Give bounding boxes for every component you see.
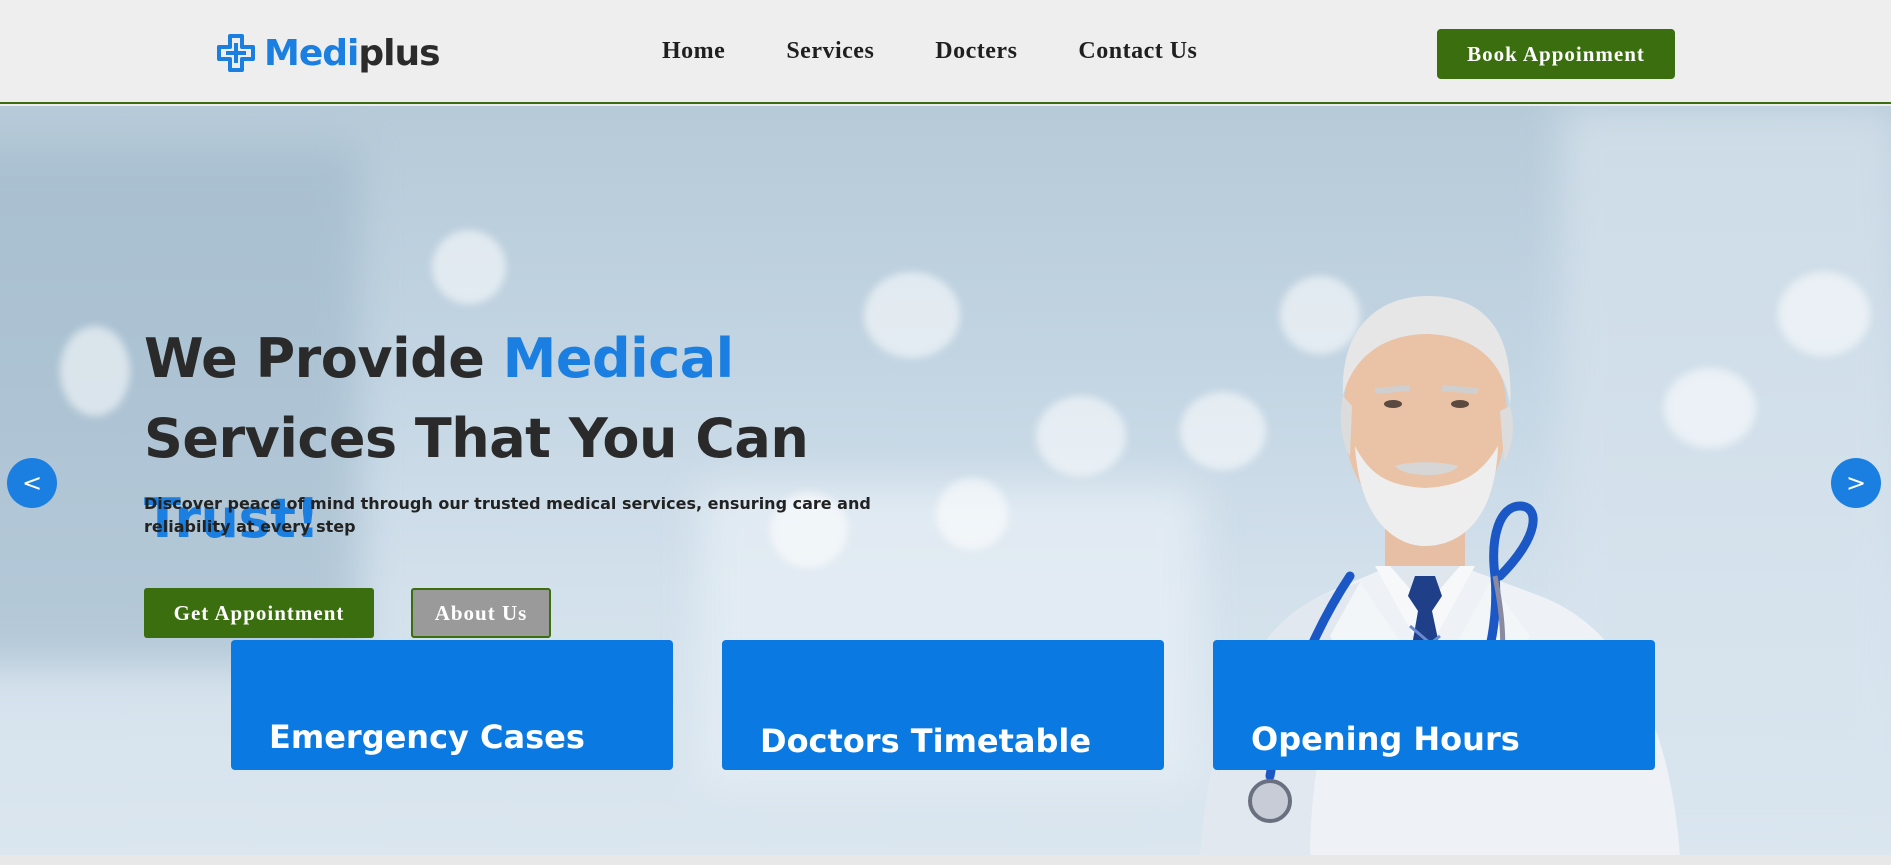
bokeh-light — [1778, 272, 1870, 356]
bokeh-light — [936, 478, 1008, 550]
about-us-button[interactable]: About Us — [411, 588, 551, 638]
hero-subtitle: Discover peace of mind through our trust… — [144, 494, 871, 536]
get-appointment-button[interactable]: Get Appointment — [144, 588, 374, 638]
nav-home[interactable]: Home — [662, 38, 725, 65]
chevron-left-icon: < — [21, 469, 43, 497]
nav-services[interactable]: Services — [786, 38, 874, 65]
carousel-next-button[interactable]: > — [1831, 458, 1881, 508]
carousel-prev-button[interactable]: < — [7, 458, 57, 508]
logo-plus: plus — [358, 32, 440, 74]
bokeh-light — [432, 230, 506, 304]
hero-title-part1: We Provide — [144, 327, 503, 390]
doctors-timetable-card[interactable]: Doctors Timetable — [722, 640, 1164, 770]
main-nav: Home Services Docters Contact Us — [662, 38, 1197, 65]
chevron-right-icon: > — [1845, 469, 1867, 497]
card-title: Opening Hours — [1251, 720, 1520, 758]
hero-title-accent1: Medical — [502, 327, 734, 390]
medical-cross-icon — [217, 34, 255, 72]
site-header: Mediplus Home Services Docters Contact U… — [0, 0, 1891, 104]
nav-contact-us[interactable]: Contact Us — [1078, 38, 1197, 65]
book-appointment-button[interactable]: Book Appoinment — [1437, 29, 1675, 79]
card-title: Emergency Cases — [269, 718, 585, 756]
opening-hours-card[interactable]: Opening Hours — [1213, 640, 1655, 770]
logo-medi: Medi — [264, 32, 359, 74]
logo-text: Mediplus — [264, 32, 441, 74]
emergency-cases-card[interactable]: Emergency Cases — [231, 640, 673, 770]
bokeh-light — [60, 326, 130, 416]
card-title: Doctors Timetable — [760, 722, 1092, 760]
logo[interactable]: Mediplus — [216, 31, 441, 75]
page-bottom-strip — [0, 855, 1891, 865]
hero-title-part2: Services That You Can — [144, 407, 809, 470]
nav-docters[interactable]: Docters — [935, 38, 1017, 65]
bokeh-light — [1036, 396, 1126, 476]
